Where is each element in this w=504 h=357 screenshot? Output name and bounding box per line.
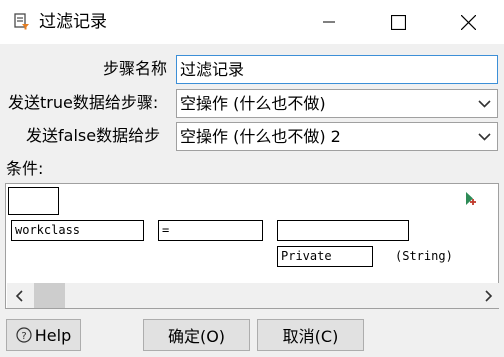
chevron-down-icon bbox=[471, 90, 497, 117]
minimize-button[interactable] bbox=[306, 0, 352, 44]
chevron-down-icon bbox=[471, 123, 497, 150]
step-name-value: 过滤记录 bbox=[180, 60, 245, 79]
svg-text:?: ? bbox=[21, 331, 26, 342]
condition-value-type: (String) bbox=[395, 249, 453, 263]
step-name-label: 步骤名称 bbox=[103, 59, 168, 78]
condition-operator: = bbox=[162, 223, 170, 237]
false-target-select[interactable]: 空操作 (什么也不做) 2 bbox=[176, 122, 498, 151]
true-target-select[interactable]: 空操作 (什么也不做) bbox=[176, 89, 498, 118]
help-label: Help bbox=[34, 325, 72, 345]
conditions-panel[interactable]: workclass = Private (String) bbox=[5, 183, 499, 309]
false-target-value: 空操作 (什么也不做) 2 bbox=[180, 127, 341, 146]
window-title: 过滤记录 bbox=[39, 12, 107, 32]
maximize-button[interactable] bbox=[375, 0, 421, 44]
chevron-right-icon[interactable] bbox=[479, 283, 499, 308]
cancel-button[interactable]: 取消(C) bbox=[257, 319, 364, 351]
close-button[interactable] bbox=[445, 0, 491, 44]
condition-compare-field-box[interactable] bbox=[277, 220, 409, 241]
true-target-value: 空操作 (什么也不做) bbox=[180, 94, 326, 113]
false-target-label: 发送false数据给步 bbox=[26, 126, 161, 145]
title-bar: 过滤记录 bbox=[0, 0, 504, 44]
cancel-label: 取消(C) bbox=[282, 327, 339, 346]
condition-field: workclass bbox=[15, 223, 81, 237]
negate-toggle-box[interactable] bbox=[8, 187, 59, 215]
filter-rows-icon bbox=[14, 13, 29, 30]
minimize-icon bbox=[323, 21, 335, 23]
true-target-label: 发送true数据给步骤: bbox=[8, 93, 159, 112]
close-icon bbox=[460, 14, 476, 30]
help-button[interactable]: ? Help bbox=[6, 319, 81, 351]
ok-label: 确定(O) bbox=[167, 327, 226, 346]
scrollbar-thumb[interactable] bbox=[34, 283, 65, 308]
condition-value: Private bbox=[281, 249, 332, 263]
add-condition-icon[interactable] bbox=[462, 191, 477, 206]
condition-value-box[interactable]: Private bbox=[277, 246, 373, 267]
maximize-icon bbox=[390, 14, 406, 30]
condition-field-box[interactable]: workclass bbox=[11, 220, 144, 241]
horizontal-scrollbar[interactable] bbox=[7, 283, 499, 308]
ok-button[interactable]: 确定(O) bbox=[143, 319, 250, 351]
step-name-input[interactable]: 过滤记录 bbox=[176, 55, 498, 84]
condition-operator-box[interactable]: = bbox=[158, 220, 263, 241]
chevron-left-icon[interactable] bbox=[9, 283, 29, 308]
help-icon: ? bbox=[16, 327, 32, 343]
conditions-label: 条件: bbox=[6, 159, 44, 178]
